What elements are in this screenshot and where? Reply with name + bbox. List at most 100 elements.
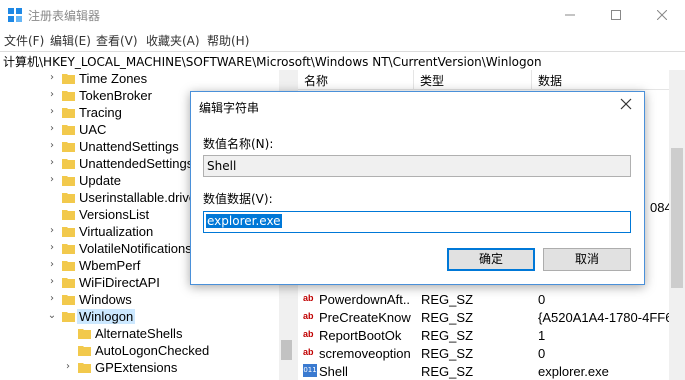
chevron-right-icon[interactable]: ›: [63, 361, 73, 373]
cancel-button[interactable]: 取消: [543, 248, 631, 271]
tree-item-label: Userinstallable.drive: [79, 190, 197, 205]
value-type: REG_SZ: [421, 364, 474, 379]
tree-item-label: UAC: [79, 122, 107, 137]
list-scrollbar-thumb[interactable]: [671, 148, 683, 288]
table-row[interactable]: ab PreCreateKnow... REG_SZ {A520A1A4-178…: [298, 308, 685, 326]
tree-item[interactable]: › Windows: [0, 291, 280, 308]
tree-item-label: Winlogon: [77, 309, 136, 324]
folder-icon: [62, 108, 75, 118]
folder-icon: [62, 142, 75, 152]
title-bar: 注册表编辑器: [0, 0, 685, 30]
tree-item[interactable]: › GPExtensions: [0, 359, 280, 376]
string-value-icon: ab: [303, 293, 314, 303]
open-folder-icon: [62, 312, 75, 322]
list-scrollbar[interactable]: [669, 70, 685, 380]
tree-item-label: UnattendSettings: [79, 139, 179, 154]
menu-file[interactable]: 文件(F): [4, 32, 44, 49]
column-name-header[interactable]: 名称: [304, 72, 328, 89]
column-data-header[interactable]: 数据: [538, 72, 562, 89]
menu-view[interactable]: 查看(V): [96, 32, 138, 49]
value-data-input[interactable]: explorer.exe: [203, 211, 631, 233]
folder-icon: [62, 227, 75, 237]
tree-item-label: Windows: [79, 292, 132, 307]
chevron-right-icon[interactable]: ›: [47, 157, 57, 169]
folder-icon: [62, 91, 75, 101]
column-divider[interactable]: [413, 70, 414, 89]
address-path: 计算机\HKEY_LOCAL_MACHINE\SOFTWARE\Microsof…: [3, 55, 542, 69]
tree-item-label: AlternateShells: [95, 326, 183, 341]
string-value-icon: ab: [303, 329, 314, 339]
chevron-right-icon[interactable]: ›: [47, 123, 57, 135]
address-bar[interactable]: 计算机\HKEY_LOCAL_MACHINE\SOFTWARE\Microsof…: [0, 51, 685, 71]
chevron-right-icon[interactable]: ›: [47, 140, 57, 152]
value-data: 0: [538, 346, 546, 361]
tree-item-label: WiFiDirectAPI: [79, 275, 160, 290]
menu-edit[interactable]: 编辑(E): [50, 32, 91, 49]
menu-help[interactable]: 帮助(H): [207, 32, 249, 49]
string-value-icon: ab: [303, 347, 314, 357]
tree-item[interactable]: AutoLogonChecked: [0, 342, 280, 359]
chevron-right-icon[interactable]: ›: [47, 72, 57, 84]
ok-button[interactable]: 确定: [447, 248, 535, 271]
folder-icon: [62, 125, 75, 135]
table-row[interactable]: ab PowerdownAft... REG_SZ 0: [298, 290, 685, 308]
folder-icon: [62, 210, 75, 220]
string-value-icon: ab: [303, 311, 314, 321]
binary-value-icon: 011: [303, 364, 317, 377]
folder-icon: [62, 74, 75, 84]
value-data-label: 数值数据(V):: [203, 192, 273, 206]
chevron-right-icon[interactable]: ›: [47, 174, 57, 186]
close-window-button[interactable]: [639, 0, 685, 30]
tree-item[interactable]: AlternateShells: [0, 325, 280, 342]
folder-icon: [62, 176, 75, 186]
maximize-button[interactable]: [593, 0, 639, 30]
minimize-icon: [565, 14, 575, 16]
folder-icon: [78, 363, 91, 373]
tree-item-label: TokenBroker: [79, 88, 152, 103]
table-row[interactable]: 011 Shell REG_SZ explorer.exe: [298, 362, 685, 380]
folder-icon: [62, 278, 75, 288]
dialog-title: 编辑字符串: [199, 101, 260, 115]
minimize-button[interactable]: [547, 0, 593, 30]
chevron-right-icon[interactable]: ›: [47, 242, 57, 254]
value-name-text: Shell: [207, 159, 237, 173]
tree-item-label: WbemPerf: [79, 258, 141, 273]
chevron-right-icon[interactable]: ›: [47, 259, 57, 271]
close-icon: [657, 10, 667, 20]
value-type: REG_SZ: [421, 328, 474, 343]
chevron-right-icon[interactable]: ›: [47, 225, 57, 237]
maximize-icon: [611, 10, 621, 20]
tree-item[interactable]: › Time Zones: [0, 70, 280, 87]
column-divider[interactable]: [531, 70, 532, 89]
regedit-app-icon: [8, 8, 22, 22]
tree-scrollbar-thumb[interactable]: [281, 340, 292, 360]
tree-item-label: AutoLogonChecked: [95, 343, 210, 358]
tree-item-label: GPExtensions: [95, 360, 178, 375]
chevron-down-icon[interactable]: ⌄: [47, 310, 57, 322]
value-name: Shell: [319, 364, 348, 379]
column-type-header[interactable]: 类型: [420, 72, 444, 89]
menu-bar: 文件(F) 编辑(E) 查看(V) 收藏夹(A) 帮助(H): [0, 30, 685, 50]
tree-item-label: Time Zones: [79, 71, 148, 86]
tree-item-selected[interactable]: ⌄ Winlogon: [0, 308, 280, 325]
dialog-close-button[interactable]: [618, 96, 634, 112]
chevron-right-icon[interactable]: ›: [47, 293, 57, 305]
folder-icon: [78, 329, 91, 339]
chevron-right-icon[interactable]: ›: [47, 276, 57, 288]
value-name: PowerdownAft...: [319, 292, 411, 307]
value-data: 0: [538, 292, 546, 307]
folder-icon: [62, 295, 75, 305]
value-type: REG_SZ: [421, 310, 474, 325]
table-row[interactable]: ab ReportBootOk REG_SZ 1: [298, 326, 685, 344]
table-row[interactable]: ab scremoveoption REG_SZ 0: [298, 344, 685, 362]
tree-item-label: Tracing: [79, 105, 122, 120]
chevron-right-icon[interactable]: ›: [47, 89, 57, 101]
menu-favorites[interactable]: 收藏夹(A): [146, 32, 200, 49]
chevron-right-icon[interactable]: ›: [47, 106, 57, 118]
tree-item-label: UnattendedSettings: [79, 156, 194, 171]
value-data: 1: [538, 328, 546, 343]
window-title: 注册表编辑器: [28, 9, 101, 23]
value-data-text: explorer.exe: [206, 214, 282, 228]
tree-item-label: VersionsList: [79, 207, 150, 222]
folder-icon: [78, 346, 91, 356]
